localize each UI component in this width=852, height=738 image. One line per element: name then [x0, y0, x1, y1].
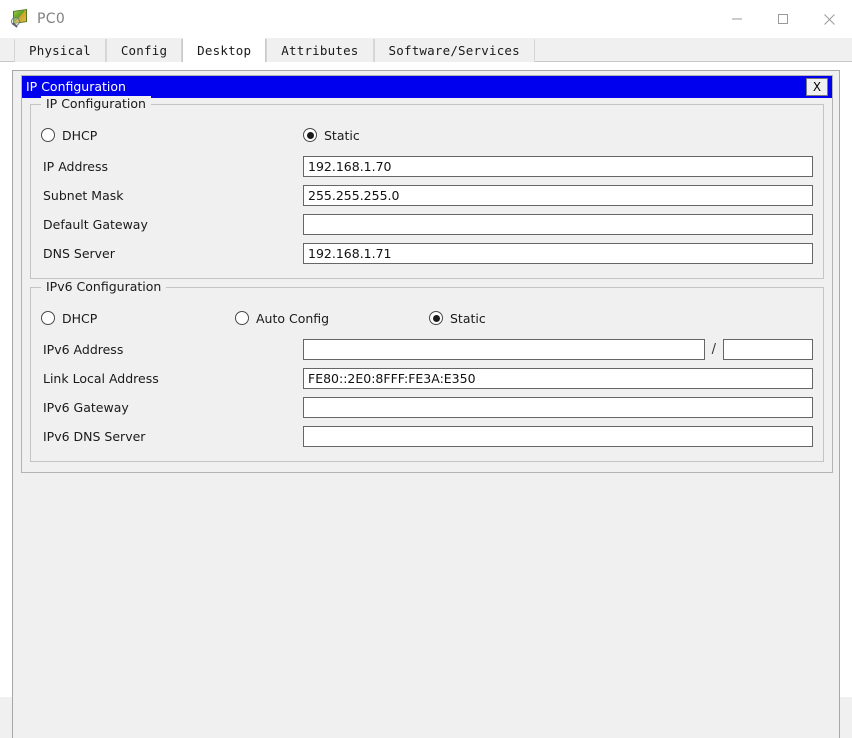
- ipv6-gateway-label: IPv6 Gateway: [43, 399, 129, 415]
- ipv6-dns-server-input[interactable]: [303, 425, 813, 447]
- window-titlebar: PC0: [0, 0, 852, 38]
- packet-tracer-device-icon: [10, 9, 30, 29]
- radio-unchecked-icon[interactable]: [235, 311, 249, 325]
- ipv6-prefix-length-input[interactable]: [723, 338, 813, 360]
- ipv6-dhcp-radio-item[interactable]: DHCP: [41, 311, 235, 326]
- ipv6-auto-config-radio-item[interactable]: Auto Config: [235, 311, 429, 326]
- desktop-panel: IP Configuration X IP Configuration DHCP: [12, 70, 840, 738]
- ipv6-group-title: IPv6 Configuration: [41, 279, 167, 294]
- ip-configuration-titlebar: IP Configuration X: [22, 76, 832, 98]
- ipv4-static-label: Static: [324, 127, 360, 143]
- close-icon[interactable]: [806, 0, 852, 38]
- ipv6-dns-server-row: IPv6 DNS Server: [41, 425, 813, 447]
- ipv4-static-radio-item[interactable]: Static: [303, 128, 360, 143]
- window-controls: [714, 0, 852, 38]
- desktop-tab-content: IP Configuration X IP Configuration DHCP: [0, 62, 852, 738]
- ipv6-address-input[interactable]: [303, 338, 705, 360]
- ipv6-gateway-row: IPv6 Gateway: [41, 396, 813, 418]
- radio-checked-icon[interactable]: [303, 128, 317, 142]
- tab-config[interactable]: Config: [105, 39, 183, 62]
- ipv6-gateway-input[interactable]: [303, 396, 813, 418]
- ipv6-prefix-separator: /: [711, 341, 716, 357]
- tab-strip: Physical Config Desktop Attributes Softw…: [0, 38, 852, 62]
- ipv6-address-label: IPv6 Address: [43, 341, 124, 357]
- radio-unchecked-icon[interactable]: [41, 128, 55, 142]
- tab-desktop[interactable]: Desktop: [182, 38, 267, 62]
- dns-server-row: DNS Server 192.168.1.71: [41, 242, 813, 264]
- dns-server-input[interactable]: 192.168.1.71: [303, 242, 813, 264]
- tab-physical[interactable]: Physical: [14, 39, 106, 62]
- ip-address-label: IP Address: [43, 158, 108, 174]
- ipv6-mode-row: DHCP Auto Config Static: [41, 306, 813, 330]
- titlebar-left: PC0: [0, 9, 65, 29]
- tab-software-services[interactable]: Software/Services: [373, 39, 535, 62]
- ipv4-mode-row: DHCP Static: [41, 123, 813, 147]
- ip-configuration-dialog: IP Configuration X IP Configuration DHCP: [21, 75, 833, 473]
- ipv4-dhcp-radio-item[interactable]: DHCP: [41, 128, 303, 143]
- radio-unchecked-icon[interactable]: [41, 311, 55, 325]
- ipv4-configuration-group: IP Configuration DHCP Static IP Address …: [30, 96, 824, 279]
- link-local-address-input[interactable]: FE80::2E0:8FFF:FE3A:E350: [303, 367, 813, 389]
- default-gateway-label: Default Gateway: [43, 216, 148, 232]
- ip-configuration-body: IP Configuration DHCP Static IP Address …: [22, 96, 832, 472]
- ip-address-input[interactable]: 192.168.1.70: [303, 155, 813, 177]
- window-title: PC0: [37, 11, 66, 27]
- maximize-icon[interactable]: [760, 0, 806, 38]
- ipv6-dns-server-label: IPv6 DNS Server: [43, 428, 146, 444]
- subnet-mask-input[interactable]: 255.255.255.0: [303, 184, 813, 206]
- ipv6-static-label: Static: [450, 310, 486, 326]
- ipv4-group-title: IP Configuration: [41, 96, 151, 111]
- ipv6-dhcp-label: DHCP: [62, 310, 98, 326]
- dns-server-label: DNS Server: [43, 245, 115, 261]
- ipv4-dhcp-label: DHCP: [62, 127, 98, 143]
- minimize-icon[interactable]: [714, 0, 760, 38]
- pc-properties-window: PC0 Physical Config Desktop Attributes S…: [0, 0, 852, 738]
- ipv6-auto-config-label: Auto Config: [256, 310, 330, 326]
- ip-address-row: IP Address 192.168.1.70: [41, 155, 813, 177]
- ipv6-configuration-group: IPv6 Configuration DHCP Auto Config Stat…: [30, 279, 824, 462]
- default-gateway-row: Default Gateway: [41, 213, 813, 235]
- ipv6-static-radio-item[interactable]: Static: [429, 311, 486, 326]
- ip-configuration-close-button[interactable]: X: [806, 78, 828, 96]
- ipv6-address-row: IPv6 Address /: [41, 338, 813, 360]
- radio-checked-icon[interactable]: [429, 311, 443, 325]
- link-local-address-label: Link Local Address: [43, 370, 159, 386]
- default-gateway-input[interactable]: [303, 213, 813, 235]
- link-local-address-row: Link Local Address FE80::2E0:8FFF:FE3A:E…: [41, 367, 813, 389]
- subnet-mask-row: Subnet Mask 255.255.255.0: [41, 184, 813, 206]
- subnet-mask-label: Subnet Mask: [43, 187, 124, 203]
- ip-configuration-title: IP Configuration: [26, 79, 126, 94]
- tab-attributes[interactable]: Attributes: [266, 39, 374, 62]
